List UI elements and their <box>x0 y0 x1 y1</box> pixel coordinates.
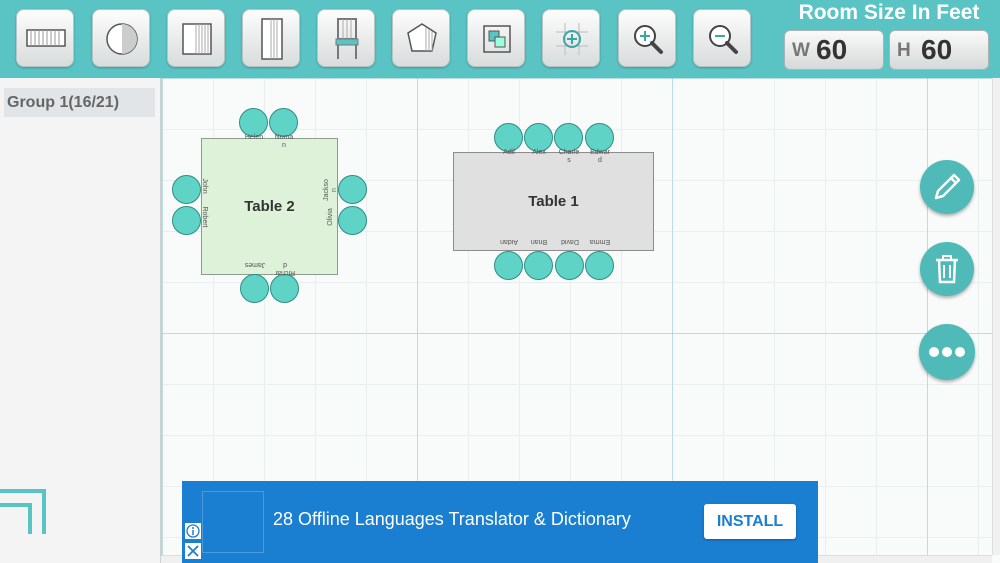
guest-name: Edward <box>590 149 610 164</box>
seat[interactable] <box>239 108 268 137</box>
table-1[interactable]: Table 1 <box>453 152 654 251</box>
center-view-tool-button[interactable] <box>542 9 600 67</box>
zoom-out-icon <box>709 25 738 54</box>
ad-banner[interactable]: 28 Offline Languages Translator & Dictio… <box>182 481 818 563</box>
seat[interactable] <box>338 175 367 204</box>
guest-name: Jackson <box>323 179 338 201</box>
vertical-scrollbar[interactable] <box>992 78 1000 555</box>
seat[interactable] <box>585 123 614 152</box>
zoom-in-button[interactable] <box>618 9 676 67</box>
guest-name: Adil <box>503 149 515 156</box>
round-table-icon <box>106 23 138 55</box>
select-all-icon <box>483 25 511 53</box>
table-2[interactable]: Table 2 <box>201 138 338 275</box>
seat[interactable] <box>585 251 614 280</box>
seat[interactable] <box>554 123 583 152</box>
guest-name: Charles <box>558 149 580 164</box>
guest-name: Noman <box>274 134 294 149</box>
more-dots-icon <box>929 347 965 357</box>
square-table-tool-button[interactable] <box>167 9 225 67</box>
seat[interactable] <box>494 251 523 280</box>
width-value: 60 <box>816 34 848 65</box>
close-icon[interactable] <box>185 543 201 559</box>
height-value: 60 <box>921 34 953 65</box>
height-label: H <box>897 40 911 61</box>
polygon-tool-button[interactable] <box>392 9 450 67</box>
ad-headline: 28 Offline Languages Translator & Dictio… <box>273 509 631 529</box>
guest-name: Helen <box>244 134 264 141</box>
chair-icon <box>335 18 359 59</box>
group-list-item[interactable]: Group 1(16/21) <box>4 88 155 117</box>
rect-table-icon <box>26 29 66 47</box>
seat[interactable] <box>270 274 299 303</box>
room-width-field[interactable]: W 60 <box>784 30 884 70</box>
chair-tool-button[interactable] <box>317 9 375 67</box>
seat[interactable] <box>524 251 553 280</box>
seating-planner-app: Room Size In Feet W 60 H 60 Group 1(16/2… <box>0 0 1000 563</box>
seat[interactable] <box>269 108 298 137</box>
select-all-tool-button[interactable] <box>467 9 525 67</box>
width-label: W <box>792 40 810 61</box>
toolbar: Room Size In Feet W 60 H 60 <box>0 0 1000 78</box>
install-button[interactable]: INSTALL <box>704 504 796 539</box>
guest-name: John <box>201 178 208 194</box>
zoom-out-button[interactable] <box>693 9 751 67</box>
seat[interactable] <box>172 175 201 204</box>
edit-button[interactable] <box>920 160 974 214</box>
seat[interactable] <box>338 206 367 235</box>
pencil-icon <box>934 173 961 200</box>
seat[interactable] <box>494 123 523 152</box>
polygon-icon <box>407 23 437 52</box>
guest-name: Brian <box>530 238 548 245</box>
long-table-icon <box>261 18 283 60</box>
seat[interactable] <box>172 206 201 235</box>
guest-name: Alex <box>532 149 546 156</box>
seat[interactable] <box>524 123 553 152</box>
center-view-icon <box>556 23 588 55</box>
zoom-in-icon <box>634 25 663 54</box>
guest-name: Robert <box>201 206 208 228</box>
seat[interactable] <box>555 251 584 280</box>
delete-button[interactable] <box>920 242 974 296</box>
guest-name: Aidan <box>500 238 518 245</box>
table-label: Table 2 <box>244 198 295 215</box>
table-label: Table 1 <box>528 193 579 210</box>
guest-name: Emma <box>589 238 611 245</box>
collapse-corner-icon[interactable] <box>0 488 50 538</box>
room-size-title: Room Size In Feet <box>798 1 980 24</box>
room-height-field[interactable]: H 60 <box>889 30 989 70</box>
more-options-button[interactable] <box>919 324 975 380</box>
guest-name: David <box>561 238 579 245</box>
long-table-tool-button[interactable] <box>242 9 300 67</box>
rect-table-tool-button[interactable] <box>16 9 74 67</box>
guest-name: Richard <box>274 261 296 276</box>
seat[interactable] <box>240 274 269 303</box>
group-sidebar: Group 1(16/21) <box>0 78 161 563</box>
square-table-icon <box>182 23 212 55</box>
round-table-tool-button[interactable] <box>92 9 150 67</box>
guest-name: James <box>244 261 266 268</box>
ad-app-logo <box>202 491 264 553</box>
info-icon[interactable] <box>185 523 201 539</box>
guest-name: Olivia <box>327 208 334 226</box>
trash-icon <box>936 255 958 284</box>
